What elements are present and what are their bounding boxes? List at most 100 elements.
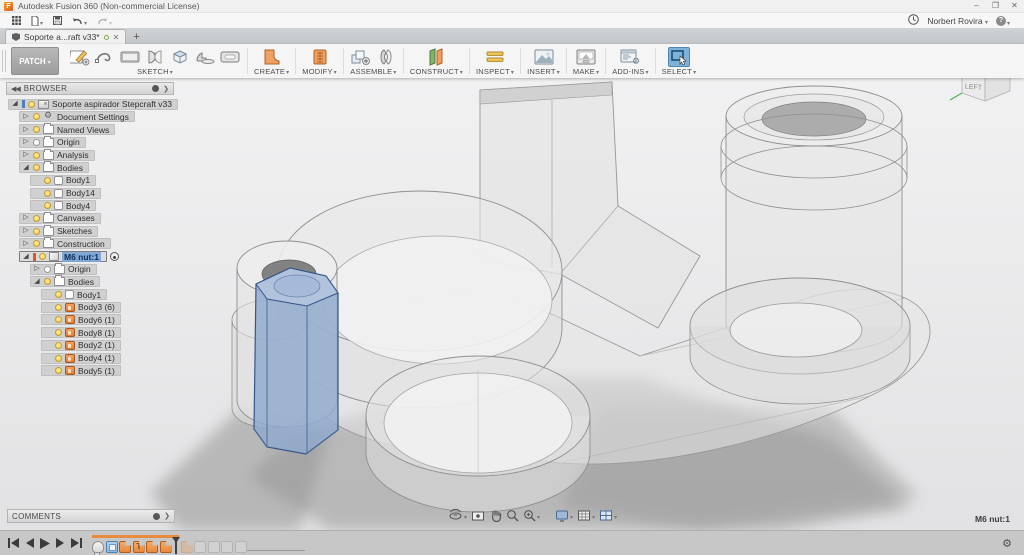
expand-arrow-icon[interactable]	[22, 126, 30, 134]
browser-header[interactable]: ◀◀ BROWSER ❯	[6, 82, 174, 95]
viewports-icon[interactable]	[599, 506, 617, 524]
tree-row[interactable]: Body4	[30, 201, 236, 212]
visibility-bulb-icon[interactable]	[33, 113, 40, 120]
expand-arrow-icon[interactable]	[22, 227, 30, 235]
timeline-feature-feature-suppressed[interactable]	[208, 541, 220, 553]
mirror-icon[interactable]	[144, 47, 166, 67]
timeline-feature-feature-suppressed[interactable]	[221, 541, 233, 553]
play-button[interactable]	[40, 538, 50, 549]
tree-row[interactable]: Origin	[30, 264, 236, 275]
close-button[interactable]: ✕	[1005, 0, 1024, 12]
visibility-bulb-icon[interactable]	[28, 101, 35, 108]
construct-plane-icon[interactable]	[425, 47, 447, 67]
joint-icon[interactable]	[375, 47, 397, 67]
visibility-bulb-icon[interactable]	[55, 367, 62, 374]
visibility-bulb-icon[interactable]	[44, 278, 51, 285]
visibility-bulb-icon[interactable]	[33, 139, 40, 146]
timeline-settings-gear-icon[interactable]: ⚙	[1002, 537, 1012, 550]
measure-icon[interactable]	[484, 47, 506, 67]
look-at-icon[interactable]	[471, 509, 485, 522]
activate-component-radio[interactable]	[110, 252, 119, 261]
tree-row[interactable]: Body8 (1)	[41, 327, 236, 338]
tree-row[interactable]: Origin	[19, 137, 236, 148]
tree-row[interactable]: Bodies	[30, 277, 236, 288]
create-form-icon[interactable]	[261, 47, 283, 67]
visibility-bulb-icon[interactable]	[44, 266, 51, 273]
timeline-playhead[interactable]	[175, 537, 177, 554]
expand-arrow-icon[interactable]	[22, 214, 30, 222]
browser-options-icon[interactable]	[152, 85, 159, 92]
tree-row[interactable]: Construction	[19, 239, 236, 250]
addins-group-label[interactable]: ADD-INS	[612, 67, 648, 76]
tree-row[interactable]: Body4 (1)	[41, 353, 236, 364]
browser-collapse-icon[interactable]: ◀◀	[11, 85, 20, 93]
browser-chevron-icon[interactable]: ❯	[163, 85, 169, 93]
grid-snaps-icon[interactable]	[577, 506, 595, 524]
press-pull-icon[interactable]	[309, 47, 331, 67]
visibility-bulb-icon[interactable]	[55, 304, 62, 311]
expand-arrow-icon[interactable]	[22, 164, 30, 172]
modify-group-label[interactable]: MODIFY	[302, 67, 337, 76]
visibility-bulb-icon[interactable]	[33, 152, 40, 159]
timeline-feature-component[interactable]	[106, 541, 118, 553]
tree-row[interactable]: Soporte aspirador Stepcraft v33	[8, 99, 236, 110]
timeline-feature-origin-ground[interactable]	[92, 541, 104, 553]
tree-row[interactable]: Sketches	[19, 226, 236, 237]
tree-row[interactable]: Body1	[30, 175, 236, 186]
expand-arrow-icon[interactable]	[22, 151, 30, 159]
tree-row[interactable]: Named Views	[19, 124, 236, 135]
insert-group-label[interactable]: INSERT	[527, 67, 560, 76]
tree-row[interactable]: Body6 (1)	[41, 315, 236, 326]
visibility-bulb-icon[interactable]	[33, 228, 40, 235]
tab-close-icon[interactable]: ✕	[113, 33, 120, 42]
sketch-group-label[interactable]: SKETCH	[137, 67, 173, 76]
go-to-end-button[interactable]	[71, 538, 82, 548]
insert-image-icon[interactable]	[533, 47, 555, 67]
timeline-feature-extrude[interactable]	[119, 541, 131, 553]
tree-row[interactable]: Document Settings	[19, 112, 236, 123]
visibility-bulb-icon[interactable]	[44, 177, 51, 184]
toolbar-grip[interactable]	[2, 50, 6, 72]
visibility-bulb-icon[interactable]	[55, 316, 62, 323]
step-back-button[interactable]	[25, 538, 34, 548]
slot-icon[interactable]	[219, 47, 241, 67]
spline-icon[interactable]	[94, 47, 116, 67]
rectangle-icon[interactable]	[119, 47, 141, 67]
new-component-icon[interactable]	[350, 47, 372, 67]
zoom-icon[interactable]	[506, 509, 519, 522]
expand-arrow-icon[interactable]	[22, 113, 30, 121]
display-settings-icon[interactable]	[555, 506, 573, 524]
visibility-bulb-icon[interactable]	[33, 215, 40, 222]
minimize-button[interactable]: –	[967, 0, 986, 12]
go-to-start-button[interactable]	[8, 538, 19, 548]
comments-options-icon[interactable]	[153, 513, 160, 520]
inspect-group-label[interactable]: INSPECT	[476, 67, 514, 76]
visibility-bulb-icon[interactable]	[33, 164, 40, 171]
workspace-selector-patch[interactable]: PATCH	[11, 47, 59, 75]
select-group-label[interactable]: SELECT	[662, 67, 697, 76]
timeline-feature-extrude-suppressed[interactable]	[181, 541, 193, 553]
select-tool-icon[interactable]	[668, 47, 690, 67]
sweep-icon[interactable]	[194, 47, 216, 67]
redo-button[interactable]	[97, 12, 112, 30]
tree-row[interactable]: Body14	[30, 188, 236, 199]
visibility-bulb-icon[interactable]	[44, 202, 51, 209]
visibility-bulb-icon[interactable]	[33, 126, 40, 133]
timeline-feature-feature-suppressed[interactable]	[194, 541, 206, 553]
create-sketch-icon[interactable]	[69, 47, 91, 67]
visibility-bulb-icon[interactable]	[55, 355, 62, 362]
assemble-group-label[interactable]: ASSEMBLE	[350, 67, 396, 76]
timeline-feature-extrude[interactable]	[146, 541, 158, 553]
timeline-feature-feature-suppressed[interactable]	[235, 541, 247, 553]
timeline-feature-extrude[interactable]	[160, 541, 172, 553]
visibility-bulb-icon[interactable]	[55, 291, 62, 298]
expand-arrow-icon[interactable]	[22, 138, 30, 146]
maximize-button[interactable]: ❐	[986, 0, 1005, 12]
zoom-window-icon[interactable]	[523, 506, 540, 524]
make-group-label[interactable]: MAKE	[573, 67, 599, 76]
tree-row[interactable]: Analysis	[19, 150, 236, 161]
pan-icon[interactable]	[489, 509, 502, 522]
comments-panel[interactable]: COMMENTS ❯	[7, 509, 175, 523]
save-button[interactable]	[53, 16, 62, 25]
visibility-bulb-icon[interactable]	[55, 329, 62, 336]
